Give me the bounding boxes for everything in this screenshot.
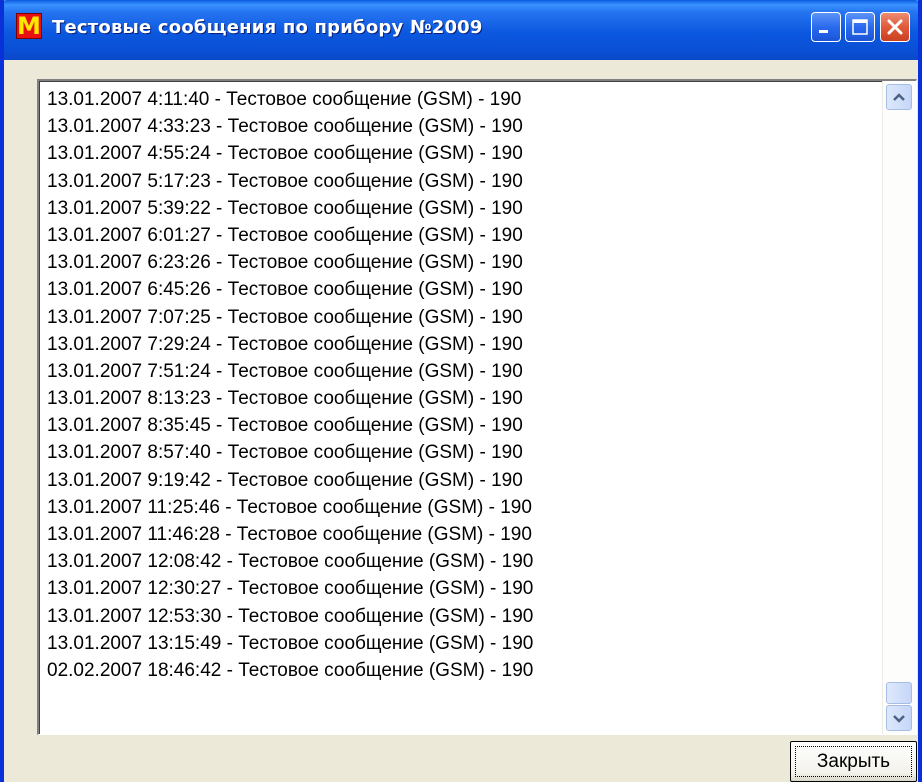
messages-list: 13.01.2007 4:11:40 - Тестовое сообщение … [47,86,533,684]
scroll-up-button[interactable] [886,84,912,110]
messages-listbox[interactable]: 13.01.2007 4:11:40 - Тестовое сообщение … [37,79,917,735]
list-item[interactable]: 13.01.2007 11:25:46 - Тестовое сообщение… [47,494,533,521]
test-messages-window: M Тестовые сообщения по прибору №2009 13… [0,0,922,782]
vertical-scrollbar[interactable] [882,81,916,734]
list-item[interactable]: 13.01.2007 11:46:28 - Тестовое сообщение… [47,521,533,548]
list-item[interactable]: 13.01.2007 12:53:30 - Тестовое сообщение… [47,603,533,630]
scroll-down-button[interactable] [886,705,912,731]
list-item[interactable]: 13.01.2007 7:51:24 - Тестовое сообщение … [47,358,533,385]
list-item[interactable]: 13.01.2007 5:39:22 - Тестовое сообщение … [47,195,533,222]
list-item[interactable]: 13.01.2007 6:23:26 - Тестовое сообщение … [47,249,533,276]
close-button-label: Закрыть [816,751,891,772]
scrollbar-thumb[interactable] [886,682,912,704]
list-item[interactable]: 13.01.2007 7:29:24 - Тестовое сообщение … [47,331,533,358]
list-item[interactable]: 13.01.2007 12:08:42 - Тестовое сообщение… [47,548,533,575]
minimize-button[interactable] [811,12,841,42]
list-item[interactable]: 13.01.2007 6:01:27 - Тестовое сообщение … [47,222,533,249]
maximize-button[interactable] [845,12,875,42]
list-item[interactable]: 13.01.2007 5:17:23 - Тестовое сообщение … [47,168,533,195]
list-item[interactable]: 13.01.2007 8:13:23 - Тестовое сообщение … [47,385,533,412]
close-button[interactable]: Закрыть [790,741,917,782]
scroll-down-arrow-icon [893,715,905,723]
app-logo-icon: M [16,12,42,40]
title-bar[interactable]: M Тестовые сообщения по прибору №2009 [4,0,918,60]
scroll-up-arrow-icon [893,93,905,101]
list-item[interactable]: 13.01.2007 6:45:26 - Тестовое сообщение … [47,276,533,303]
close-icon [887,19,903,35]
list-item[interactable]: 13.01.2007 4:11:40 - Тестовое сообщение … [47,86,533,113]
list-item[interactable]: 13.01.2007 4:55:24 - Тестовое сообщение … [47,140,533,167]
list-item[interactable]: 13.01.2007 7:07:25 - Тестовое сообщение … [47,304,533,331]
minimize-icon [819,30,828,33]
close-window-button[interactable] [880,12,910,42]
window-title: Тестовые сообщения по прибору №2009 [52,17,483,38]
maximize-icon [852,19,868,35]
list-item[interactable]: 13.01.2007 8:35:45 - Тестовое сообщение … [47,412,533,439]
list-item[interactable]: 13.01.2007 9:19:42 - Тестовое сообщение … [47,467,533,494]
list-item[interactable]: 13.01.2007 12:30:27 - Тестовое сообщение… [47,575,533,602]
list-item[interactable]: 13.01.2007 13:15:49 - Тестовое сообщение… [47,630,533,657]
list-item[interactable]: 13.01.2007 8:57:40 - Тестовое сообщение … [47,439,533,466]
list-item[interactable]: 02.02.2007 18:46:42 - Тестовое сообщение… [47,657,533,684]
app-logo-letter: M [17,12,41,40]
list-item[interactable]: 13.01.2007 4:33:23 - Тестовое сообщение … [47,113,533,140]
